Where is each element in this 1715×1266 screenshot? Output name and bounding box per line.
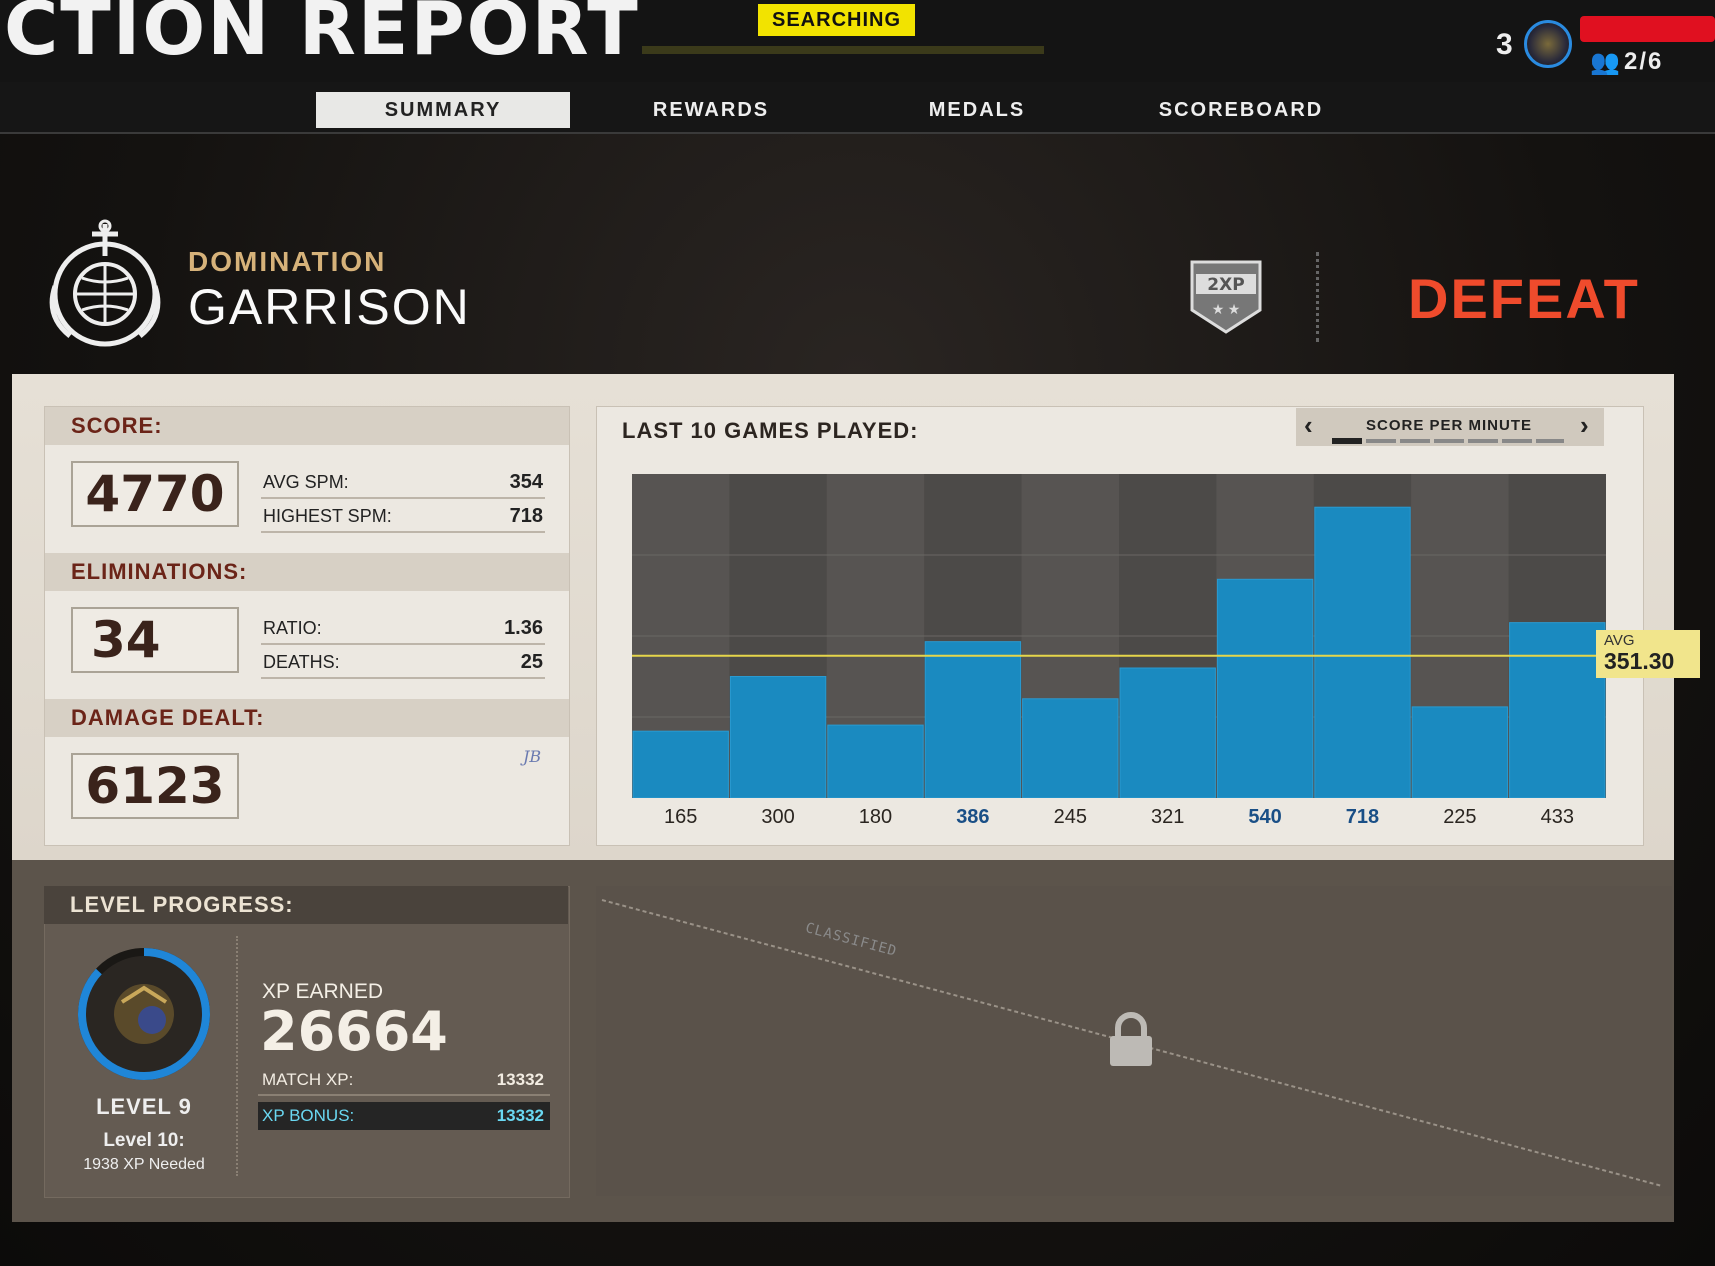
damage-header: DAMAGE DEALT: <box>45 699 569 737</box>
avg-tag-value: 351.30 <box>1604 647 1675 674</box>
initials-note: JB <box>523 747 542 766</box>
eliminations-box: 34 <box>71 607 239 673</box>
map-name: GARRISON <box>188 279 471 335</box>
avatar[interactable] <box>1524 20 1572 68</box>
deaths-row: DEATHS: 25 <box>261 647 545 679</box>
ratio-row: RATIO: 1.36 <box>261 613 545 645</box>
bar-label-8: 718 <box>1345 806 1380 828</box>
players-count: 2/6 <box>1624 48 1664 75</box>
party-number: 3 <box>1496 28 1513 61</box>
ratio-label: RATIO: <box>263 618 322 638</box>
avg-spm-label: AVG SPM: <box>263 472 349 492</box>
chart-metric-selector[interactable]: ‹ SCORE PER MINUTE › <box>1296 408 1604 446</box>
double-xp-icon: 2XP ★ ★ <box>1190 260 1262 334</box>
bar-label-6: 321 <box>1151 806 1185 828</box>
ratio-value: 1.36 <box>504 617 543 639</box>
match-result: DEFEAT <box>1408 267 1640 330</box>
highest-spm-row: HIGHEST SPM: 718 <box>261 501 545 533</box>
xp-needed: 1938 XP Needed <box>83 1156 205 1173</box>
bar-label-3: 180 <box>858 806 893 828</box>
selector-pager-active <box>1332 438 1362 444</box>
players-icon: 👥 <box>1590 49 1620 76</box>
tab-rewards[interactable]: REWARDS <box>600 92 822 128</box>
tab-bar: SUMMARY REWARDS MEDALS SCOREBOARD <box>0 82 1715 134</box>
selector-prev-icon[interactable]: ‹ <box>1304 410 1313 441</box>
level-progress-ring <box>78 948 210 1080</box>
damage-box: 6123 <box>71 753 239 819</box>
bar-label-9: 225 <box>1443 806 1477 828</box>
bar-9 <box>1411 706 1509 798</box>
bar-label-1: 165 <box>664 806 698 828</box>
xp-earned-value: 26664 <box>260 1000 448 1063</box>
next-level-label: Level 10: <box>103 1130 185 1151</box>
level-divider <box>236 936 238 1176</box>
bar-10 <box>1509 622 1606 798</box>
selector-next-icon[interactable]: › <box>1580 410 1589 441</box>
xp-bonus-label: XP BONUS: <box>262 1106 355 1125</box>
searching-status: SEARCHING <box>758 4 916 36</box>
avg-spm-row: AVG SPM: 354 <box>261 467 545 499</box>
xp-bonus-value: 13332 <box>496 1106 544 1125</box>
bar-8 <box>1314 506 1411 798</box>
match-xp-value: 13332 <box>496 1070 544 1089</box>
bar-2 <box>729 676 827 798</box>
bar-5 <box>1022 698 1119 798</box>
avg-spm-value: 354 <box>509 471 543 493</box>
bar-label-7: 540 <box>1248 806 1282 828</box>
bar-3 <box>827 724 924 798</box>
redacted-name <box>1580 16 1715 42</box>
page-title: CTION REPORT <box>4 0 640 72</box>
xp-badge-text: 2XP <box>1207 275 1244 295</box>
bar-label-5: 245 <box>1053 806 1087 828</box>
damage-value: 6123 <box>85 757 225 815</box>
stats-card: SCORE: 4770 AVG SPM: 354 HIGHEST SPM: 71… <box>44 406 570 846</box>
tab-medals[interactable]: MEDALS <box>866 92 1088 128</box>
eliminations-value: 34 <box>91 611 161 669</box>
level-header: LEVEL PROGRESS: <box>44 886 568 924</box>
faction-emblem-icon <box>49 219 161 347</box>
divider <box>1316 252 1319 342</box>
selector-label: SCORE PER MINUTE <box>1366 417 1533 434</box>
tab-scoreboard[interactable]: SCOREBOARD <box>1130 92 1352 128</box>
eliminations-header: ELIMINATIONS: <box>45 553 569 591</box>
deaths-value: 25 <box>520 651 543 673</box>
bar-1 <box>632 730 729 798</box>
svg-text:★: ★ <box>1228 301 1241 317</box>
search-progress-bar <box>642 46 1044 54</box>
deaths-label: DEATHS: <box>263 652 340 672</box>
bar-label-10: 433 <box>1540 806 1574 828</box>
bar-4 <box>924 641 1022 798</box>
bar-7 <box>1216 578 1314 798</box>
game-mode: DOMINATION <box>188 246 387 277</box>
chart-title: LAST 10 GAMES PLAYED: <box>622 418 919 443</box>
svg-text:★: ★ <box>1212 301 1225 317</box>
highest-spm-value: 718 <box>509 505 543 527</box>
match-xp-label: MATCH XP: <box>262 1070 354 1089</box>
selector-pager <box>1332 439 1564 443</box>
level-label: LEVEL 9 <box>96 1094 192 1119</box>
tab-summary[interactable]: SUMMARY <box>316 92 570 128</box>
score-box: 4770 <box>71 461 239 527</box>
match-xp-row: MATCH XP: 13332 <box>258 1066 550 1096</box>
spm-bar-chart <box>632 474 1606 798</box>
highest-spm-label: HIGHEST SPM: <box>263 506 392 526</box>
bar-label-2: 300 <box>761 806 795 828</box>
bar-6 <box>1119 667 1216 798</box>
score-value: 4770 <box>85 465 225 523</box>
xp-bonus-row: XP BONUS: 13332 <box>258 1102 550 1130</box>
avg-tag-label: AVG <box>1604 631 1635 649</box>
bar-label-4: 386 <box>956 806 990 828</box>
score-header: SCORE: <box>45 407 569 445</box>
lock-icon <box>1110 1012 1152 1066</box>
